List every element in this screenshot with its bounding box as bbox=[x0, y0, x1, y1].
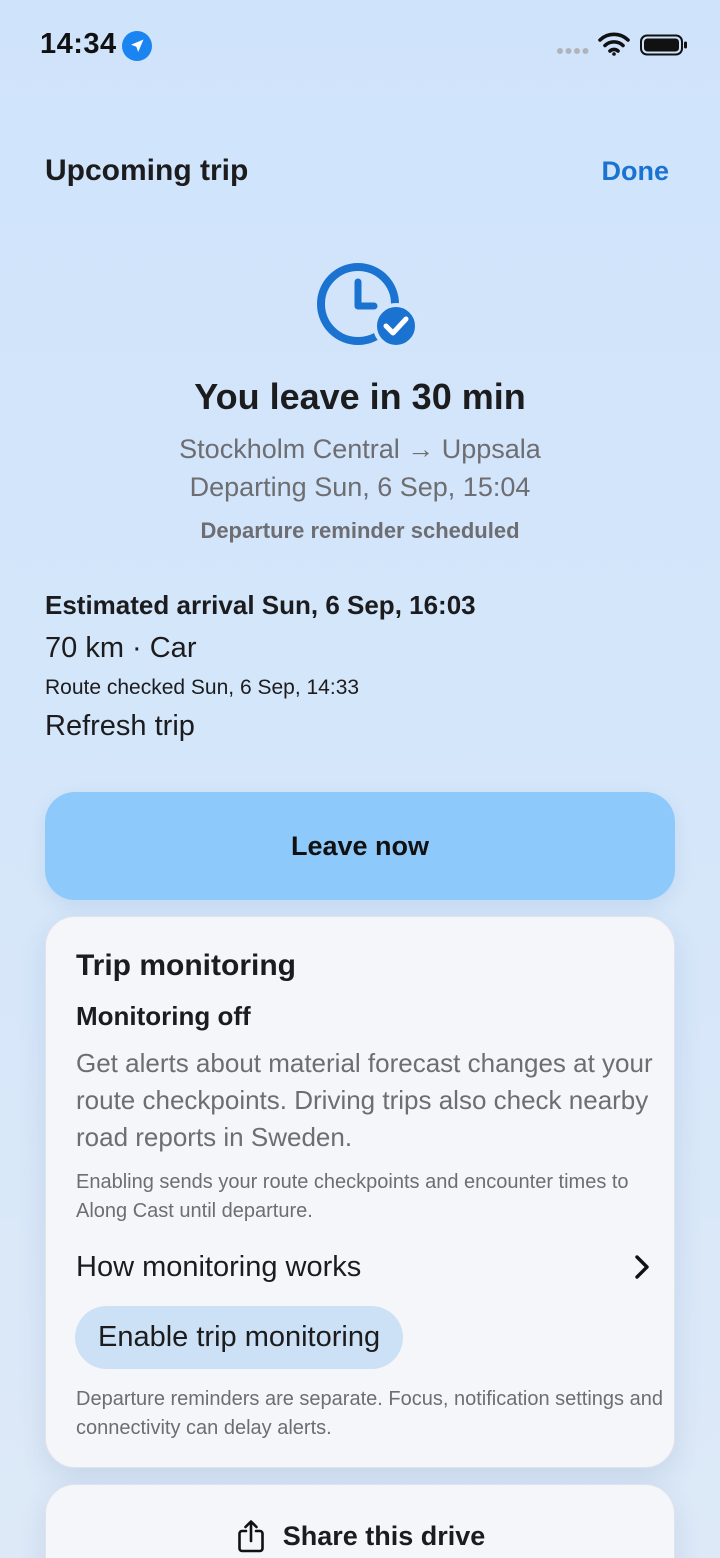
status-bar: 14:34 bbox=[0, 0, 720, 92]
share-drive-label: Share this drive bbox=[282, 1520, 486, 1551]
share-content: Share this drive bbox=[46, 1519, 676, 1553]
clock-check-icon bbox=[317, 263, 418, 348]
done-button[interactable]: Done bbox=[602, 156, 670, 187]
distance-mode: 70 km · Car bbox=[45, 632, 197, 664]
location-arrow-icon bbox=[122, 31, 152, 61]
chevron-right-icon bbox=[635, 1255, 649, 1279]
enable-trip-monitoring-button[interactable]: Enable trip monitoring bbox=[75, 1306, 404, 1369]
how-monitoring-works-row[interactable]: How monitoring works bbox=[76, 1247, 650, 1287]
monitoring-description: Get alerts about material forecast chang… bbox=[76, 1048, 653, 1152]
battery-icon bbox=[640, 34, 687, 56]
share-icon bbox=[237, 1520, 264, 1553]
how-monitoring-works-label: How monitoring works bbox=[76, 1250, 362, 1283]
wifi-icon bbox=[598, 32, 630, 56]
cellular-signal-icon bbox=[557, 48, 589, 54]
share-drive-button[interactable]: Share this drive bbox=[45, 1484, 675, 1558]
status-time: 14:34 bbox=[40, 28, 117, 60]
monitoring-footer-note: Departure reminders are separate. Focus,… bbox=[76, 1388, 663, 1439]
reminder-status: Departure reminder scheduled bbox=[200, 518, 520, 543]
monitoring-status: Monitoring off bbox=[76, 1001, 251, 1031]
leave-countdown-title: You leave in 30 min bbox=[194, 376, 526, 417]
card-title: Trip monitoring bbox=[76, 949, 296, 982]
leave-now-button[interactable]: Leave now bbox=[45, 792, 675, 900]
departure-time: Departing Sun, 6 Sep, 15:04 bbox=[189, 472, 531, 502]
refresh-trip-link[interactable]: Refresh trip bbox=[45, 710, 195, 743]
estimated-arrival: Estimated arrival Sun, 6 Sep, 16:03 bbox=[45, 590, 476, 620]
route-checked-time: Route checked Sun, 6 Sep, 14:33 bbox=[45, 676, 360, 699]
route-label: Stockholm Central → Uppsala bbox=[179, 434, 541, 464]
monitoring-privacy-note: Enabling sends your route checkpoints an… bbox=[76, 1171, 629, 1222]
trip-monitoring-card: Trip monitoring Monitoring off Get alert… bbox=[45, 916, 675, 1468]
page-title: Upcoming trip bbox=[45, 154, 249, 187]
